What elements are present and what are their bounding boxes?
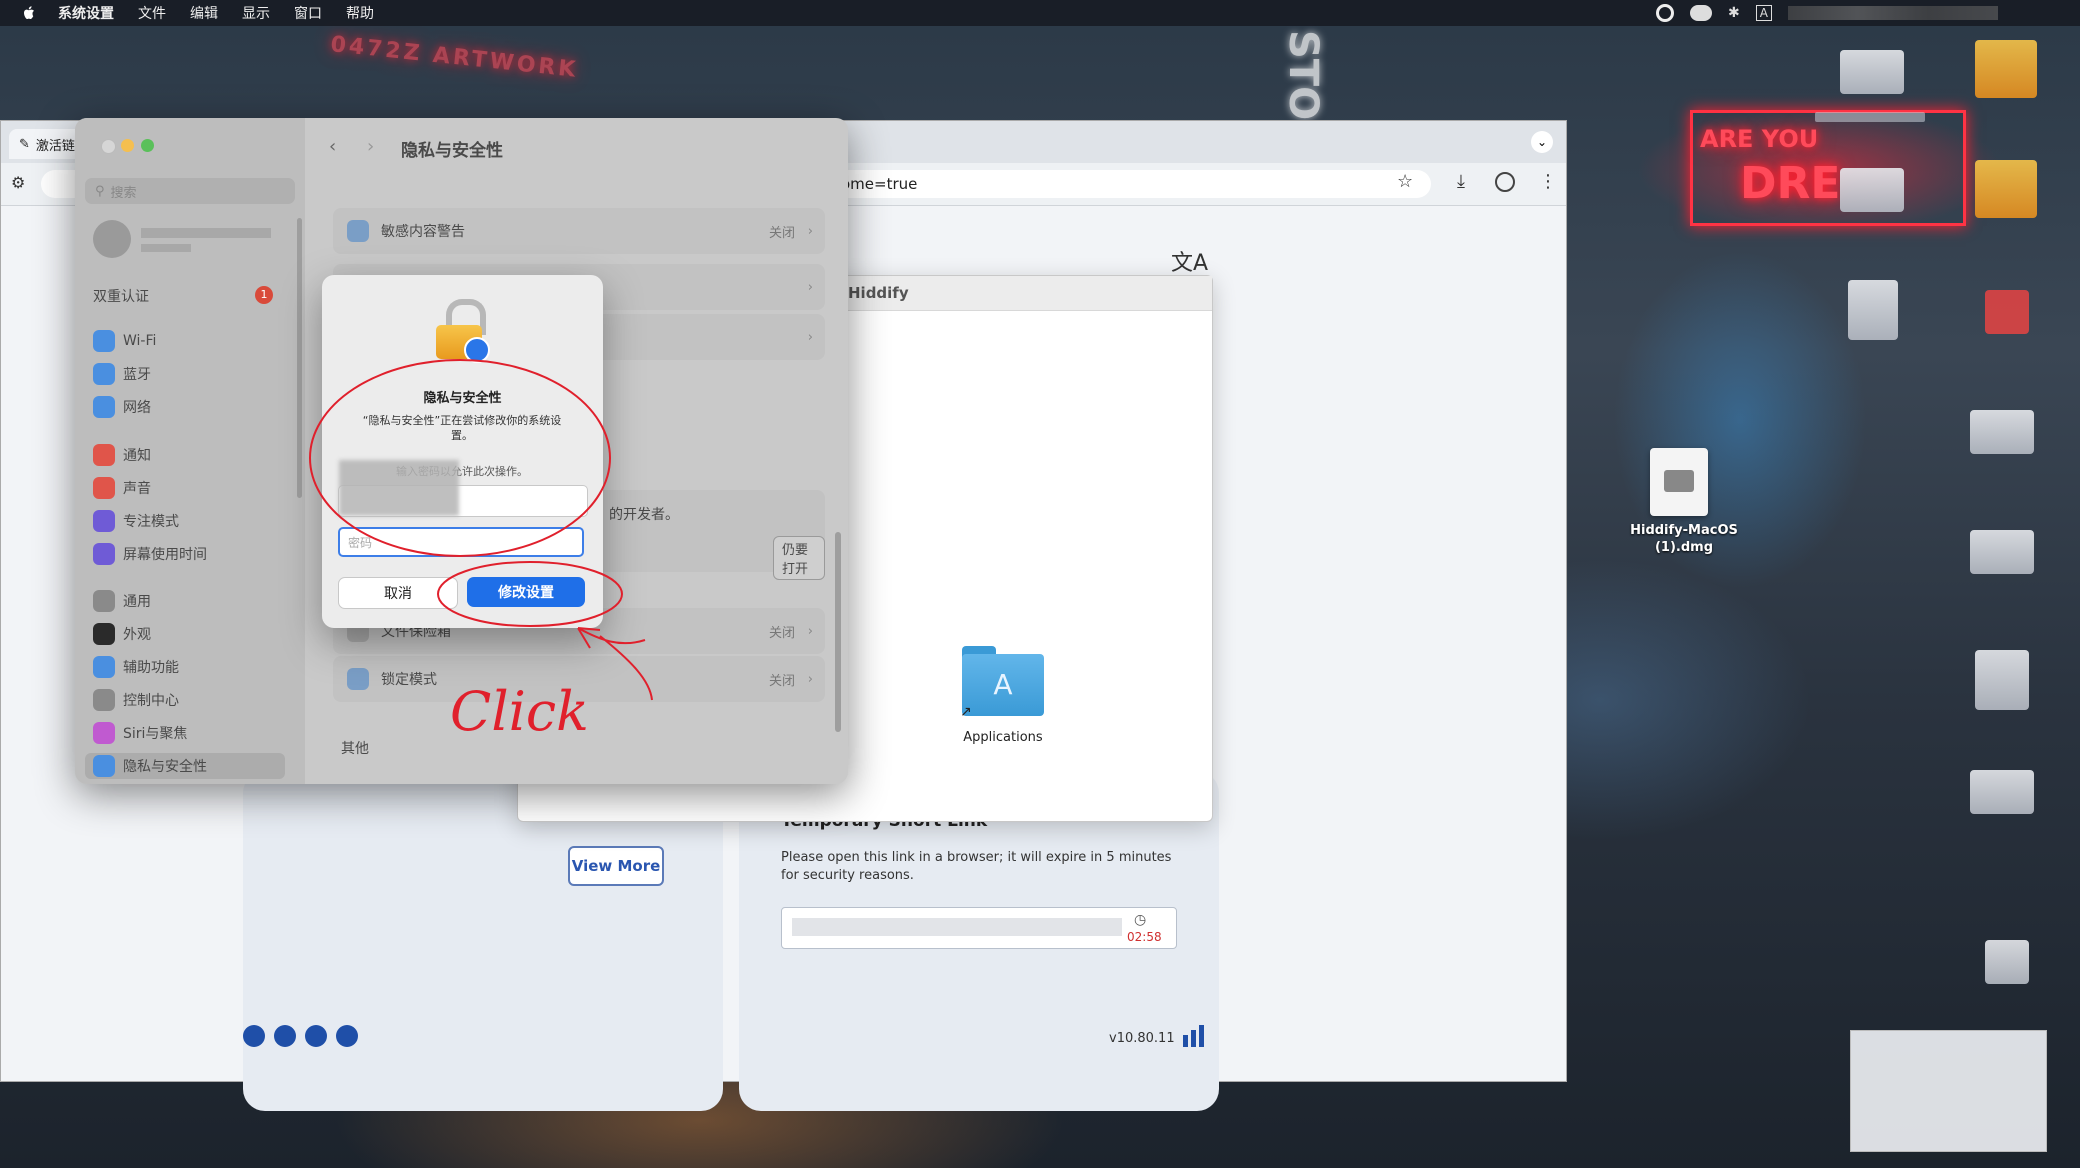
- annotation-circle-button: [437, 561, 623, 627]
- desktop-folder-icon[interactable]: [1975, 160, 2037, 218]
- desktop-file-icon[interactable]: [1840, 168, 1904, 212]
- desktop-file-icon[interactable]: [1970, 530, 2034, 574]
- desktop-file-icon[interactable]: [1985, 940, 2029, 984]
- desktop-file-icon[interactable]: [1840, 50, 1904, 94]
- dmg-file-icon[interactable]: [1650, 448, 1708, 516]
- desktop-folder-icon[interactable]: [1975, 40, 2037, 98]
- dmg-file-label: Hiddify-MacOS (1).dmg: [1630, 523, 1738, 555]
- desktop-file-label: [1815, 112, 1925, 122]
- annotation-circle-dialog: [309, 359, 611, 557]
- desktop-file-icon[interactable]: [1975, 650, 2029, 710]
- desktop-file-icon[interactable]: [1848, 280, 1898, 340]
- desktop-file-icon[interactable]: [1970, 770, 2034, 814]
- screenshot-thumbnail[interactable]: [1850, 1030, 2047, 1152]
- desktop-app-icon[interactable]: [1985, 290, 2029, 334]
- annotation-click-text: Click: [450, 680, 589, 743]
- annotation-overlay: Click: [309, 359, 653, 743]
- annotation-arrow: [577, 627, 653, 701]
- desktop-file-icon[interactable]: [1970, 410, 2034, 454]
